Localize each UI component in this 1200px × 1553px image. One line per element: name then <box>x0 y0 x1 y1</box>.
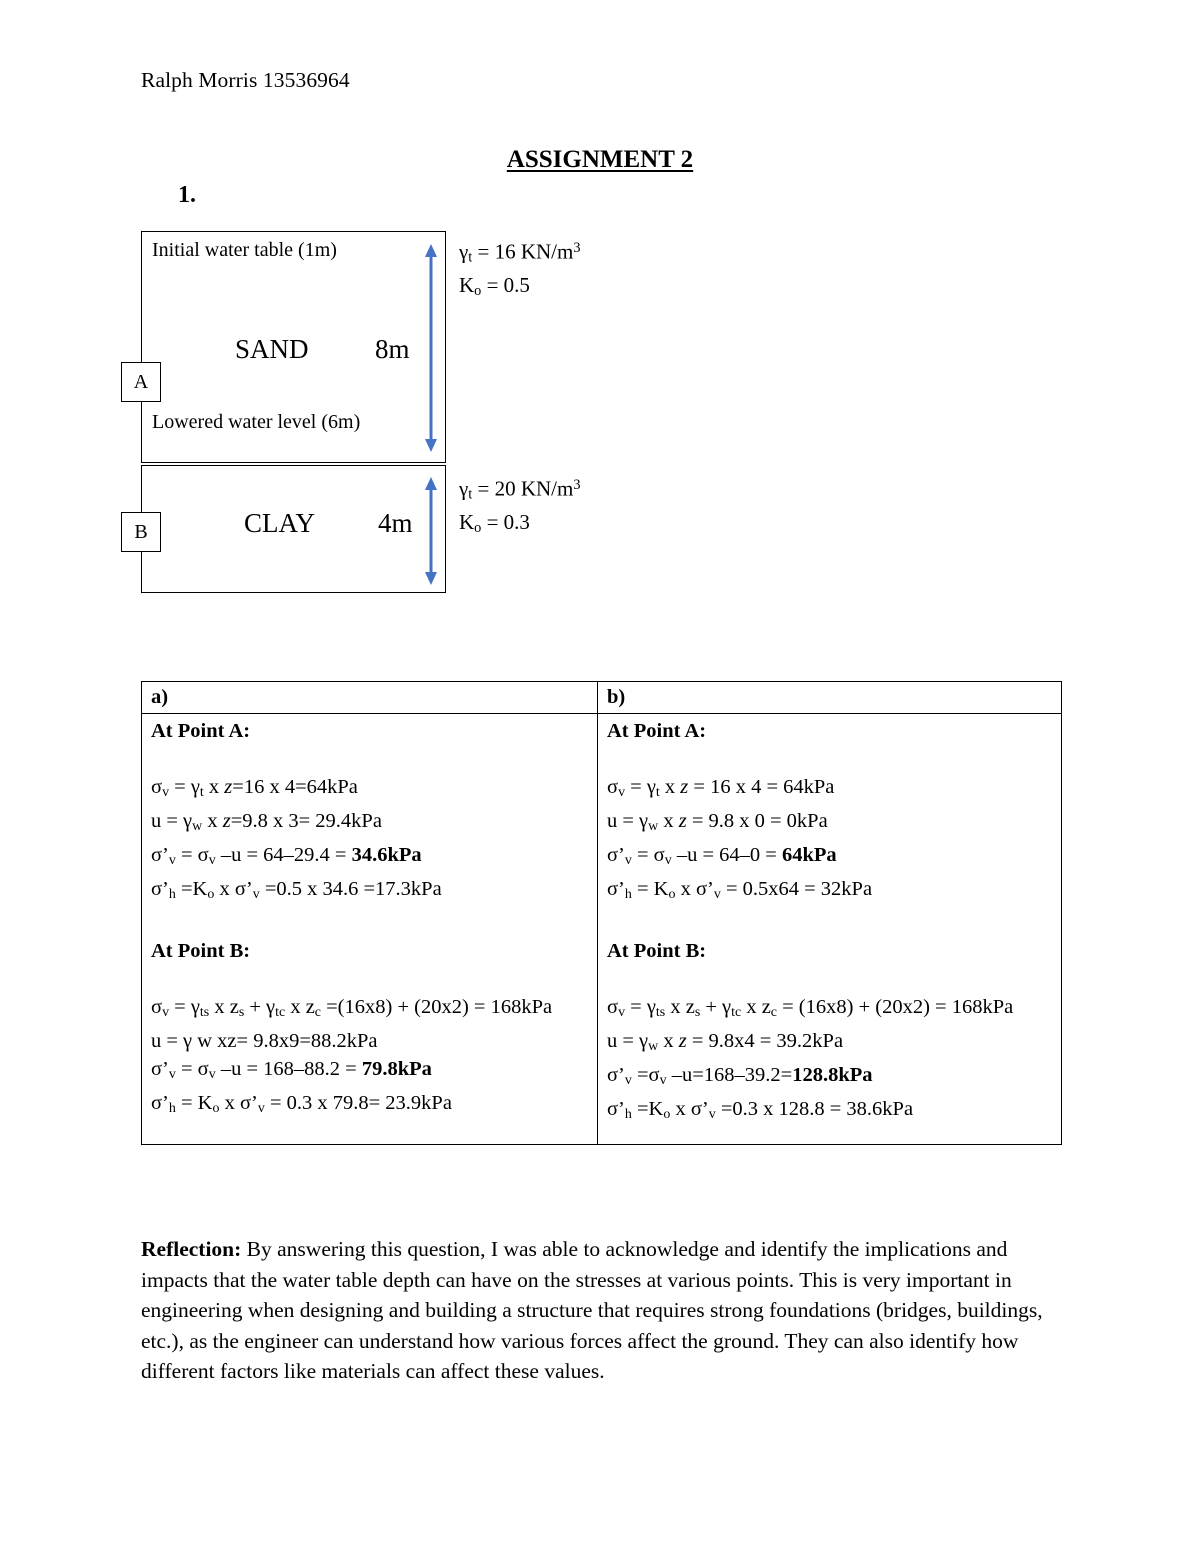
table-row-headers: a) b) <box>141 681 1062 714</box>
k0-symbol: K <box>459 509 475 534</box>
formula-line: σ’h =Ko x σ’v =0.5 x 34.6 =17.3kPa <box>151 878 442 903</box>
sand-properties-note: γt = 16 KN/m3 Ko = 0.5 <box>459 235 580 305</box>
column-a-cell: At Point A: σv = γt x z=16 x 4=64kPa u =… <box>141 713 598 1145</box>
gamma-symbol: γ <box>459 476 469 501</box>
column-b-cell: At Point A: σv = γt x z = 16 x 4 = 64kPa… <box>597 713 1062 1145</box>
formula-line: σ’h = Ko x σ’v = 0.5x64 = 32kPa <box>607 878 873 903</box>
column-a-point-a-heading: At Point A: <box>151 720 251 742</box>
formula-line: σv = γt x z = 16 x 4 = 64kPa <box>607 776 835 801</box>
question-number: 1. <box>178 182 196 208</box>
clay-layer-label: CLAY <box>244 508 316 538</box>
gamma-symbol: γ <box>459 239 469 264</box>
lowered-water-level-label: Lowered water level (6m) <box>152 411 361 433</box>
clay-properties-note: γt = 20 KN/m3 Ko = 0.3 <box>459 472 580 542</box>
formula-line: u = γw x z=9.8 x 3= 29.4kPa <box>151 810 382 835</box>
column-b-point-b-formulas: σv = γts x zs + γtc x zc = (16x8) + (20x… <box>607 965 1061 1129</box>
formula-line: σ’h =Ko x σ’v =0.3 x 128.8 = 38.6kPa <box>607 1098 914 1123</box>
gamma-value: = 16 KN/m <box>472 239 574 264</box>
clay-unit-weight: γt = 20 KN/m3 <box>459 472 580 509</box>
calculations-table: a) b) At Point A: σv = γt x z=16 x 4=64k… <box>141 681 1062 1145</box>
formula-line: u = γw x z = 9.8 x 0 = 0kPa <box>607 810 828 835</box>
soil-profile-diagram: Initial water table (1m) SAND 8m Lowered… <box>121 231 1061 596</box>
reflection-body: By answering this question, I was able t… <box>141 1237 1043 1383</box>
k0-value: = 0.5 <box>481 272 530 297</box>
formula-line: u = γ w xz= 9.8x9=88.2kPa <box>151 1030 378 1053</box>
gamma-exponent: 3 <box>573 477 581 493</box>
page-title-text: ASSIGNMENT 2 <box>506 146 694 173</box>
column-a-point-b-formulas: σv = γts x zs + γtc x zc =(16x8) + (20x2… <box>151 965 597 1123</box>
formula-line: σ’v = σv –u = 168–88.2 = 79.8kPa <box>151 1058 432 1083</box>
point-b-marker: B <box>121 512 161 552</box>
formula-line: σ’v = σv –u = 64–29.4 = 34.6kPa <box>151 844 422 869</box>
column-a-label: a) <box>141 681 598 714</box>
initial-water-table-label: Initial water table (1m) <box>152 239 337 261</box>
formula-line: σv = γts x zs + γtc x zc =(16x8) + (20x2… <box>151 996 553 1021</box>
page-title: ASSIGNMENT 2 <box>0 146 1200 174</box>
column-b-point-a-heading: At Point A: <box>607 720 707 742</box>
reflection-paragraph: Reflection: By answering this question, … <box>141 1234 1058 1387</box>
formula-line: σ’h = Ko x σ’v = 0.3 x 79.8= 23.9kPa <box>151 1092 452 1117</box>
column-b-point-b-heading: At Point B: <box>607 940 707 963</box>
formula-line: σv = γts x zs + γtc x zc = (16x8) + (20x… <box>607 996 1014 1021</box>
sand-k0: Ko = 0.5 <box>459 272 580 305</box>
table-row-calculations: At Point A: σv = γt x z=16 x 4=64kPa u =… <box>141 713 1062 1145</box>
sand-dimension-arrow-icon <box>425 244 437 452</box>
formula-line: σ’v =σv –u=168–39.2=128.8kPa <box>607 1064 873 1089</box>
clay-dimension-arrow-icon <box>425 477 437 585</box>
formula-line: σ’v = σv –u = 64–0 = 64kPa <box>607 844 837 869</box>
formula-line: u = γw x z = 9.8x4 = 39.2kPa <box>607 1030 844 1055</box>
k0-symbol: K <box>459 272 475 297</box>
column-b-label: b) <box>597 681 1062 714</box>
point-b-label: B <box>134 520 148 543</box>
student-name: Ralph Morris 13536964 <box>141 68 350 92</box>
clay-k0: Ko = 0.3 <box>459 509 580 542</box>
sand-layer-label: SAND <box>235 334 309 364</box>
point-a-label: A <box>133 370 149 393</box>
column-b-point-a-formulas: σv = γt x z = 16 x 4 = 64kPa u = γw x z … <box>607 745 1061 937</box>
gamma-value: = 20 KN/m <box>472 476 574 501</box>
column-a-point-a-formulas: σv = γt x z=16 x 4=64kPa u = γw x z=9.8 … <box>151 745 597 937</box>
formula-line: σv = γt x z=16 x 4=64kPa <box>151 776 358 801</box>
gamma-exponent: 3 <box>573 240 581 256</box>
clay-depth-label: 4m <box>378 508 413 538</box>
point-a-marker: A <box>121 362 161 402</box>
reflection-lead: Reflection: <box>141 1237 242 1261</box>
sand-depth-label: 8m <box>375 334 410 364</box>
k0-value: = 0.3 <box>481 509 530 534</box>
column-a-point-b-heading: At Point B: <box>151 940 251 963</box>
sand-unit-weight: γt = 16 KN/m3 <box>459 235 580 272</box>
